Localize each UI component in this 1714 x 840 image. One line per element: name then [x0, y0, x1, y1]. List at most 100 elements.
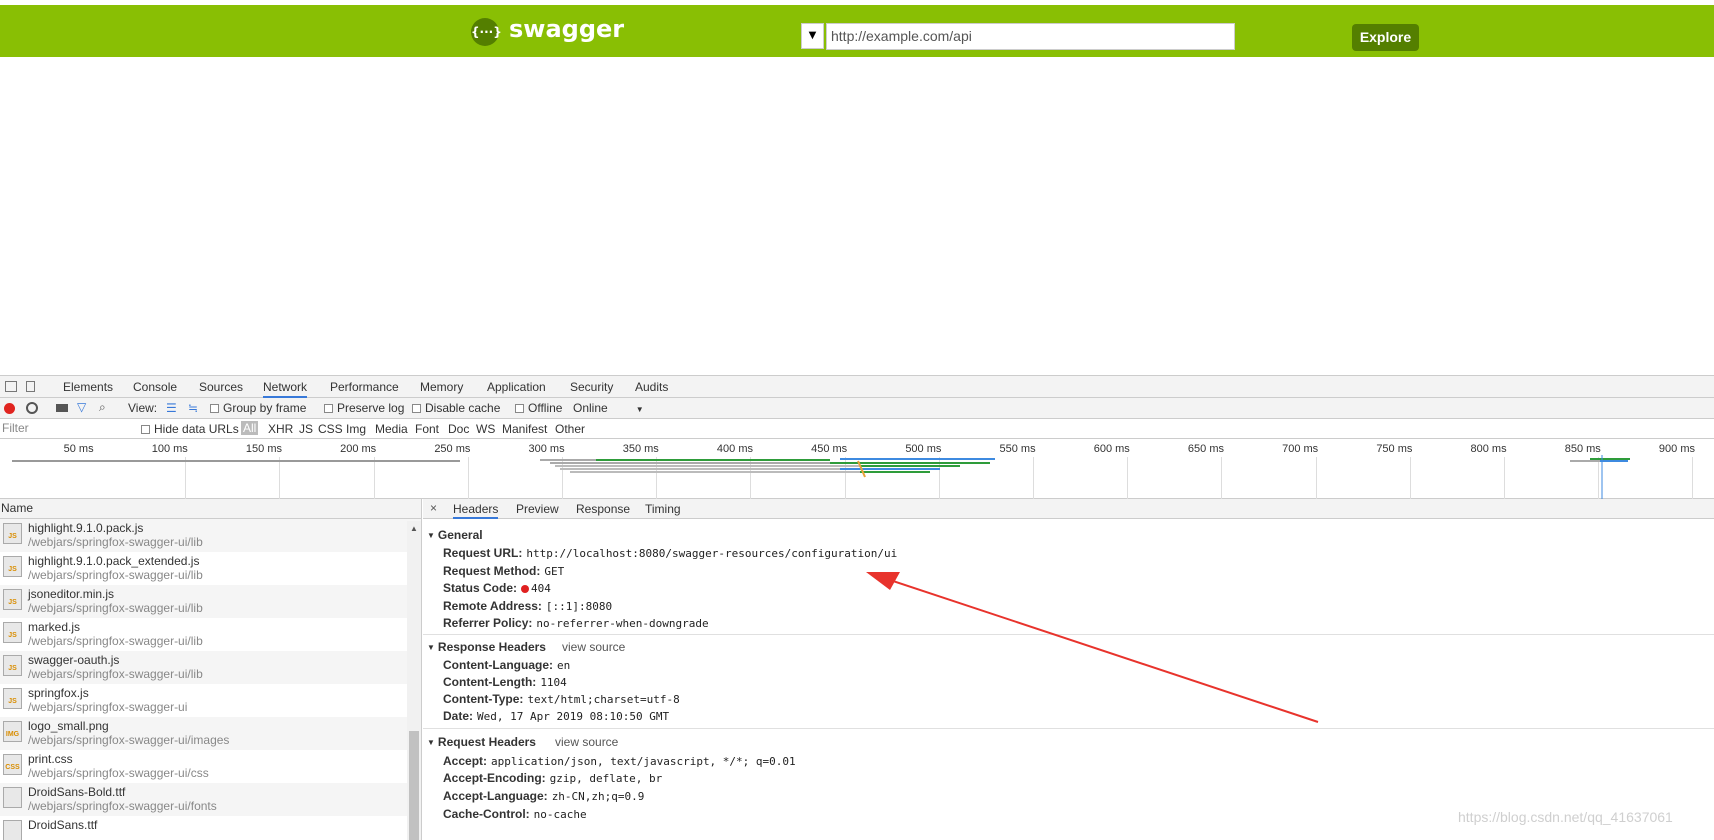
image-file-icon: IMG: [3, 721, 22, 742]
filter-type-css[interactable]: CSS: [318, 422, 343, 436]
devtools-tab-bar: Elements Console Sources Network Perform…: [0, 375, 1714, 398]
throttling-select[interactable]: Online ▼: [573, 401, 644, 415]
disable-cache-checkbox[interactable]: Disable cache: [412, 401, 500, 415]
scroll-up-icon[interactable]: ▲: [410, 524, 418, 533]
name-column-header[interactable]: Name: [0, 499, 421, 519]
devtools-panel: Elements Console Sources Network Perform…: [0, 375, 1714, 840]
device-toolbar-icon[interactable]: [26, 381, 35, 392]
css-file-icon: CSS: [3, 754, 22, 775]
tab-elements[interactable]: Elements: [63, 380, 113, 394]
general-section-toggle[interactable]: ▼ General: [427, 528, 483, 542]
filter-type-font[interactable]: Font: [415, 422, 439, 436]
request-path: /webjars/springfox-swagger-ui/fonts: [28, 799, 217, 813]
request-name: DroidSans-Bold.ttf: [28, 785, 126, 799]
request-name: highlight.9.1.0.pack.js: [28, 521, 144, 535]
swagger-title[interactable]: swagger: [509, 15, 624, 43]
request-list-scrollbar[interactable]: ▲: [407, 521, 421, 840]
tab-preview[interactable]: Preview: [516, 502, 559, 516]
tab-sources[interactable]: Sources: [199, 380, 243, 394]
request-name: logo_small.png: [28, 719, 109, 733]
request-row[interactable]: IMG logo_small.png/webjars/springfox-swag…: [0, 717, 421, 750]
request-row[interactable]: CSS print.css/webjars/springfox-swagger-u…: [0, 750, 421, 783]
filter-type-manifest[interactable]: Manifest: [502, 422, 547, 436]
filter-type-all[interactable]: All: [241, 421, 259, 435]
tab-audits[interactable]: Audits: [635, 380, 668, 394]
request-path: /webjars/springfox-swagger-ui/css: [28, 766, 209, 780]
tab-network[interactable]: Network: [263, 380, 308, 398]
filter-type-doc[interactable]: Doc: [448, 422, 469, 436]
request-path: /webjars/springfox-swagger-ui/images: [28, 733, 230, 747]
tab-memory[interactable]: Memory: [420, 380, 463, 394]
request-url-row: Request URL: http://localhost:8080/swagge…: [443, 546, 898, 560]
hide-data-urls-checkbox[interactable]: Hide data URLs: [141, 422, 239, 436]
tab-security[interactable]: Security: [570, 380, 613, 394]
filter-type-img[interactable]: Img: [346, 422, 366, 436]
filter-type-media[interactable]: Media: [375, 422, 408, 436]
request-path: /webjars/springfox-swagger-ui/lib: [28, 601, 203, 615]
preserve-log-checkbox[interactable]: Preserve log: [324, 401, 404, 415]
waterfall-overview-icon[interactable]: ≒: [188, 401, 198, 415]
tab-timing[interactable]: Timing: [645, 502, 681, 516]
filter-type-xhr[interactable]: XHR: [268, 422, 293, 436]
request-row[interactable]: JS highlight.9.1.0.pack_extended.js/webja…: [0, 552, 421, 585]
request-row[interactable]: JS highlight.9.1.0.pack.js/webjars/spring…: [0, 519, 421, 552]
accept-encoding-row: Accept-Encoding: gzip, deflate, br: [443, 771, 663, 785]
tab-headers[interactable]: Headers: [453, 502, 499, 519]
request-row[interactable]: DroidSans.ttf: [0, 816, 421, 840]
request-path: /webjars/springfox-swagger-ui: [28, 700, 188, 714]
request-row[interactable]: JS swagger-oauth.js/webjars/springfox-swa…: [0, 651, 421, 684]
request-row[interactable]: JS jsoneditor.min.js/webjars/springfox-sw…: [0, 585, 421, 618]
api-select-dropdown[interactable]: ▼: [801, 23, 824, 49]
search-icon[interactable]: ⌕: [99, 400, 106, 415]
filter-icon[interactable]: ▽: [77, 400, 86, 414]
close-icon[interactable]: ×: [430, 501, 437, 515]
status-code-row: Status Code: 404: [443, 581, 551, 595]
request-path: /webjars/springfox-swagger-ui/lib: [28, 568, 203, 582]
request-list: Name JS highlight.9.1.0.pack.js/webjars/s…: [0, 499, 422, 840]
large-rows-icon[interactable]: ☰: [166, 401, 177, 415]
detail-tab-bar: × Headers Preview Response Timing: [423, 499, 1714, 519]
group-by-frame-checkbox[interactable]: Group by frame: [210, 401, 306, 415]
offline-checkbox[interactable]: Offline: [515, 401, 562, 415]
request-headers-section-toggle[interactable]: ▼ Request Headers: [427, 735, 536, 749]
request-name: DroidSans.ttf: [28, 818, 98, 832]
filter-input[interactable]: Filter: [2, 421, 29, 435]
referrer-policy-row: Referrer Policy: no-referrer-when-downgra…: [443, 616, 709, 630]
filter-type-ws[interactable]: WS: [476, 422, 495, 436]
request-row[interactable]: JS marked.js/webjars/springfox-swagger-ui…: [0, 618, 421, 651]
explore-button[interactable]: Explore: [1352, 24, 1419, 51]
scroll-thumb[interactable]: [409, 731, 419, 840]
content-type-row: Content-Type: text/html;charset=utf-8: [443, 692, 680, 706]
request-name: print.css: [28, 752, 73, 766]
request-name: jsoneditor.min.js: [28, 587, 115, 601]
js-file-icon: JS: [3, 622, 22, 643]
record-icon[interactable]: [4, 403, 15, 414]
tab-console[interactable]: Console: [133, 380, 177, 394]
network-toolbar: ▽ ⌕ View: ☰ ≒ Group by frame Preserve lo…: [0, 398, 1714, 419]
swagger-header: {···} swagger ▼ http://example.com/api E…: [0, 5, 1714, 57]
response-view-source-link[interactable]: view source: [562, 640, 625, 654]
request-name: marked.js: [28, 620, 81, 634]
js-file-icon: JS: [3, 523, 22, 544]
tab-performance[interactable]: Performance: [330, 380, 399, 394]
tab-response[interactable]: Response: [576, 502, 630, 516]
request-path: /webjars/springfox-swagger-ui/lib: [28, 634, 203, 648]
filter-type-other[interactable]: Other: [555, 422, 585, 436]
swagger-logo-icon[interactable]: {···}: [471, 18, 502, 46]
capture-screenshots-icon[interactable]: [56, 404, 68, 412]
inspect-element-icon[interactable]: [5, 381, 17, 392]
clear-icon[interactable]: [26, 402, 38, 414]
network-timeline-overview[interactable]: 50 ms 100 ms 150 ms 200 ms 250 ms 300 ms 350 m…: [0, 439, 1714, 499]
request-view-source-link[interactable]: view source: [555, 735, 618, 749]
tab-application[interactable]: Application: [487, 380, 546, 394]
api-url-input[interactable]: http://example.com/api: [826, 23, 1235, 50]
filter-type-js[interactable]: JS: [299, 422, 313, 436]
response-headers-section-toggle[interactable]: ▼ Response Headers: [427, 640, 546, 654]
request-row[interactable]: DroidSans-Bold.ttf/webjars/springfox-swa…: [0, 783, 421, 816]
timeline-bars: [12, 455, 1630, 499]
watermark: https://blog.csdn.net/qq_41637061: [1458, 809, 1673, 825]
request-row[interactable]: JS springfox.js/webjars/springfox-swagger…: [0, 684, 421, 717]
cache-control-row: Cache-Control: no-cache: [443, 807, 587, 821]
content-language-row: Content-Language: en: [443, 658, 571, 672]
view-label: View:: [128, 401, 158, 415]
